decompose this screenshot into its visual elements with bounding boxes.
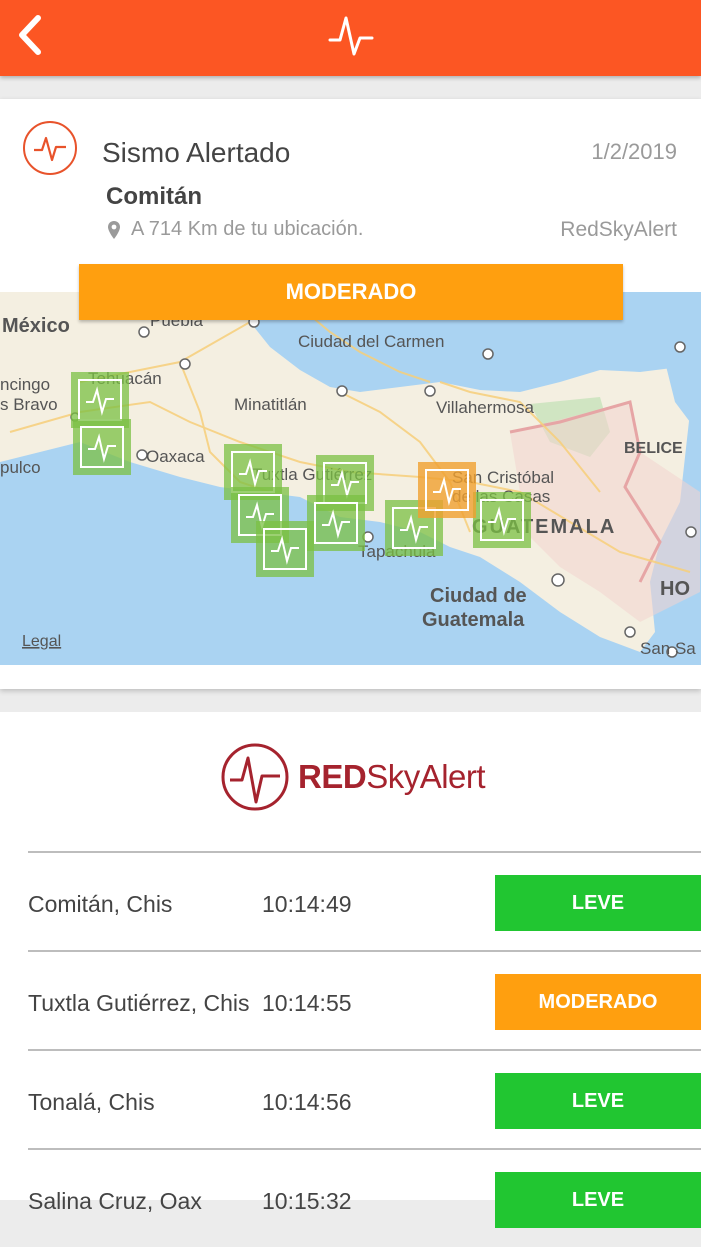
alert-pulse-icon bbox=[22, 120, 78, 176]
report-level-badge: LEVE bbox=[495, 1073, 701, 1129]
report-place: Tuxtla Gutiérrez, Chis bbox=[28, 990, 250, 1016]
epicenter-map[interactable]: México Puebla Ciudad del Carmen Tehuacán… bbox=[0, 292, 701, 665]
report-level-badge: LEVE bbox=[495, 1172, 701, 1228]
chevron-left-icon bbox=[19, 15, 41, 55]
map-label-mexico: México bbox=[2, 315, 70, 337]
report-place: Comitán, Chis bbox=[28, 891, 173, 917]
report-place: Salina Cruz, Oax bbox=[28, 1188, 202, 1214]
report-row[interactable]: Salina Cruz, Oax 10:15:32 LEVE bbox=[28, 1148, 701, 1247]
redskyalert-logo: REDSkyAlert bbox=[220, 740, 495, 814]
map-label-chilpancingo: ncingo bbox=[0, 375, 50, 394]
brand-wordmark: REDSkyAlert bbox=[298, 758, 486, 796]
report-marker bbox=[307, 495, 365, 551]
location-pin-icon bbox=[108, 220, 120, 239]
report-time: 10:14:49 bbox=[262, 891, 352, 917]
reports-section: REDSkyAlert Comitán, Chis 10:14:49 LEVE … bbox=[0, 712, 701, 1228]
report-level-badge: LEVE bbox=[495, 875, 701, 931]
alert-city: Comitán bbox=[106, 183, 202, 210]
report-row[interactable]: Tonalá, Chis 10:14:56 LEVE bbox=[28, 1049, 701, 1148]
report-time: 10:14:56 bbox=[262, 1089, 352, 1115]
report-marker bbox=[73, 419, 131, 475]
map-label-bravo: s Bravo bbox=[0, 395, 58, 414]
map-label-ciudad-carmen: Ciudad del Carmen bbox=[298, 332, 444, 351]
report-level-badge: MODERADO bbox=[495, 974, 701, 1030]
map-label-acapulco: pulco bbox=[0, 458, 41, 477]
report-row[interactable]: Comitán, Chis 10:14:49 LEVE bbox=[28, 851, 701, 950]
brand-sky: SkyAlert bbox=[366, 758, 486, 795]
map-label-villahermosa: Villahermosa bbox=[436, 398, 535, 417]
redskyalert-logo-icon bbox=[221, 743, 289, 811]
report-row[interactable]: Tuxtla Gutiérrez, Chis 10:14:55 MODERADO bbox=[28, 950, 701, 1049]
alert-card: Sismo Alertado 1/2/2019 Comitán A 714 Km… bbox=[0, 99, 701, 689]
map-label-ciudad-guatemala-2: Guatemala bbox=[422, 609, 525, 631]
intensity-banner: MODERADO bbox=[79, 264, 623, 320]
alert-source: RedSkyAlert bbox=[560, 218, 677, 241]
distance-text: A 714 Km de tu ubicación. bbox=[131, 218, 364, 240]
back-button[interactable] bbox=[10, 10, 54, 60]
map-label-ciudad-guatemala-1: Ciudad de bbox=[430, 585, 527, 607]
report-marker bbox=[473, 492, 531, 548]
alert-title: Sismo Alertado bbox=[102, 137, 291, 168]
report-marker bbox=[256, 521, 314, 577]
map-label-belice: BELICE bbox=[624, 440, 683, 457]
report-time: 10:14:55 bbox=[262, 990, 352, 1016]
map-label-oaxaca: Oaxaca bbox=[146, 447, 205, 466]
map-label-minatitlan: Minatitlán bbox=[234, 395, 307, 414]
report-place: Tonalá, Chis bbox=[28, 1089, 155, 1115]
app-header bbox=[0, 0, 701, 76]
map-label-honduras: HO bbox=[660, 578, 690, 600]
map-label-san-sa: San Sa bbox=[640, 639, 696, 658]
seismograph-pulse-icon bbox=[326, 10, 376, 60]
brand-red: RED bbox=[298, 758, 367, 795]
map-legal-link: Legal bbox=[22, 633, 61, 650]
alert-date: 1/2/2019 bbox=[591, 139, 677, 164]
report-marker-moderado bbox=[418, 462, 476, 518]
alert-distance: A 714 Km de tu ubicación. bbox=[107, 218, 363, 241]
report-time: 10:15:32 bbox=[262, 1188, 352, 1214]
reports-list: Comitán, Chis 10:14:49 LEVE Tuxtla Gutié… bbox=[28, 851, 701, 1247]
